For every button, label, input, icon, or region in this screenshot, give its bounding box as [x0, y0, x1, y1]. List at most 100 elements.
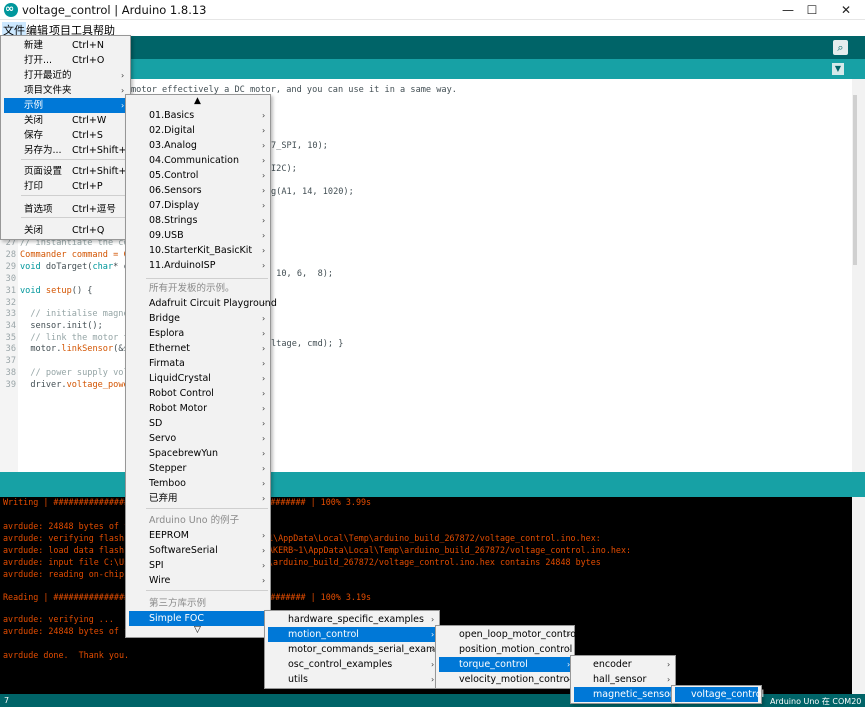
board-port-status: Arduino Uno 在 COM20 [770, 697, 862, 706]
chevron-right-icon: › [667, 660, 671, 669]
close-button[interactable]: ✕ [823, 0, 865, 20]
code-token: motor. [20, 344, 62, 354]
code-token: // initialise magnet [20, 309, 134, 319]
examples-menu-item[interactable]: SPI › [129, 558, 269, 573]
file-menu-item[interactable]: 新建 Ctrl+N [4, 38, 129, 53]
chevron-right-icon: › [262, 171, 266, 180]
arduino-logo-icon [4, 2, 18, 17]
menu-item-label: position_motion_control [459, 644, 573, 655]
menu-item-label: hardware_specific_examples [288, 614, 424, 625]
file-menu-item[interactable]: 关闭 Ctrl+W [4, 113, 129, 128]
scroll-up-icon[interactable]: ▲ [194, 96, 201, 106]
menu-item-label: Stepper [149, 463, 187, 474]
file-menu-item[interactable]: 打开... Ctrl+O [4, 53, 129, 68]
examples-menu-item[interactable]: Ethernet › [129, 341, 269, 356]
examples-menu-item[interactable]: 已弃用 › [129, 491, 269, 506]
simplefoc-menu-item[interactable]: motion_control › [268, 627, 436, 642]
examples-menu-item[interactable]: EEPROM › [129, 528, 269, 543]
tab-menu-chevron-down-icon[interactable]: ▼ [832, 63, 844, 75]
menu-item-label: EEPROM [149, 530, 190, 541]
examples-menu-item[interactable]: SoftwareSerial › [129, 543, 269, 558]
file-menu-item[interactable]: 项目文件夹 › [4, 83, 129, 98]
menu-item-label: 06.Sensors [149, 185, 202, 196]
simplefoc-menu-item[interactable]: motor_commands_serial_examples › [268, 642, 455, 657]
file-menu-item[interactable]: 打印 Ctrl+P [4, 179, 129, 194]
menu-item-shortcut: Ctrl+逗号 [72, 204, 116, 215]
line-number: 33 [5, 309, 16, 319]
menu-item-label: 05.Control [149, 170, 199, 181]
examples-menu-item[interactable]: Esplora › [129, 326, 269, 341]
examples-menu-item[interactable]: 10.StarterKit_BasicKit › [129, 243, 269, 258]
examples-menu-item[interactable]: SD › [129, 416, 269, 431]
magnetic-sensor-submenu: voltage_control [671, 685, 764, 704]
file-menu-item[interactable]: 示例 › [4, 98, 126, 113]
examples-menu-item[interactable]: 11.ArduinoISP › [129, 258, 269, 273]
motion-control-menu-item[interactable]: open_loop_motor_control › [439, 627, 579, 642]
examples-menu-item[interactable]: Robot Motor › [129, 401, 269, 416]
simplefoc-menu-item[interactable]: hardware_specific_examples › [268, 612, 436, 627]
scroll-down-icon[interactable]: ▽ [194, 625, 201, 635]
torque-control-menu-item[interactable]: magnetic_sensor › [574, 687, 674, 702]
examples-menu-item[interactable]: Robot Control › [129, 386, 269, 401]
chevron-right-icon: › [431, 660, 435, 669]
examples-menu-item[interactable]: Bridge › [129, 311, 269, 326]
editor-scrollbar-thumb[interactable] [853, 95, 857, 265]
console-line: avrdude: load data flash d [3, 545, 135, 555]
line-number: 30 [5, 274, 16, 284]
file-menu-item[interactable]: 另存为... Ctrl+Shift+S [4, 143, 132, 158]
file-menu-item[interactable]: 首选项 Ctrl+逗号 [4, 202, 129, 217]
examples-menu-item[interactable]: SpacebrewYun › [129, 446, 269, 461]
menu-item-label: utils [288, 674, 308, 685]
line-number: 37 [5, 356, 16, 366]
file-menu-item[interactable]: 保存 Ctrl+S [4, 128, 129, 143]
examples-menu-item-simplefoc[interactable]: Simple FOC [129, 611, 267, 626]
examples-menu-item[interactable]: 07.Display › [129, 198, 269, 213]
examples-menu-item[interactable]: 09.USB › [129, 228, 269, 243]
motion-control-menu-item[interactable]: torque_control › [439, 657, 571, 672]
window-title: voltage_control | Arduino 1.8.13 [22, 3, 207, 17]
line-number: 29 [5, 262, 16, 272]
file-menu-item[interactable]: 页面设置 Ctrl+Shift+P [4, 164, 132, 179]
chevron-right-icon: › [262, 246, 266, 255]
examples-menu-item[interactable]: Temboo › [129, 476, 269, 491]
file-menu-item[interactable]: 关闭 Ctrl+Q [4, 223, 129, 238]
examples-menu-item[interactable]: 01.Basics › [129, 108, 269, 123]
simplefoc-menu-item[interactable]: osc_control_examples › [268, 657, 436, 672]
magnetic-sensor-menu-item[interactable]: voltage_control [675, 687, 764, 702]
code-line-fragment: I2C); [271, 164, 297, 174]
examples-menu-item[interactable]: 04.Communication › [129, 153, 269, 168]
examples-menu-item[interactable]: Adafruit Circuit Playground › [129, 296, 277, 311]
file-menu-item[interactable]: 打开最近的 › [4, 68, 129, 83]
line-number: 38 [5, 368, 16, 378]
menu-separator [21, 195, 127, 196]
menu-item-shortcut: Ctrl+Q [72, 225, 105, 236]
motion-control-menu-item[interactable]: position_motion_control › [439, 642, 573, 657]
chevron-right-icon: › [262, 261, 266, 270]
menu-separator [146, 590, 268, 591]
examples-menu-item[interactable]: Firmata › [129, 356, 269, 371]
menu-item-label: open_loop_motor_control [459, 629, 579, 640]
menu-item-label: Robot Motor [149, 403, 208, 414]
serial-monitor-search-icon[interactable]: ⌕ [833, 40, 848, 55]
examples-menu-item[interactable]: Servo › [129, 431, 269, 446]
examples-menu-item[interactable]: 02.Digital › [129, 123, 269, 138]
examples-menu-item[interactable]: Stepper › [129, 461, 269, 476]
examples-menu-item[interactable]: 08.Strings › [129, 213, 269, 228]
line-number: 35 [5, 333, 16, 343]
examples-menu-item[interactable]: 06.Sensors › [129, 183, 269, 198]
console-line: \arduino_build_267872/voltage_control.in… [268, 557, 601, 567]
simplefoc-menu-item[interactable]: utils › [268, 672, 436, 687]
torque-control-menu-item[interactable]: encoder › [574, 657, 672, 672]
torque-control-menu-item[interactable]: hall_sensor › [574, 672, 672, 687]
console-line: avrdude: 24848 bytes of fl [3, 521, 135, 531]
motion-control-menu-item[interactable]: velocity_motion_control › [439, 672, 572, 687]
examples-menu-item[interactable]: LiquidCrystal › [129, 371, 269, 386]
examples-menu-item[interactable]: 05.Control › [129, 168, 269, 183]
code-token: sensor.init(); [20, 321, 103, 331]
examples-menu-item[interactable]: Wire › [129, 573, 269, 588]
console-scrollbar[interactable] [852, 497, 865, 694]
code-token: () { [71, 286, 93, 296]
section-header: 第三方库示例 [149, 598, 207, 609]
examples-menu-item[interactable]: 03.Analog › [129, 138, 269, 153]
menu-item-label: 07.Display [149, 200, 200, 211]
